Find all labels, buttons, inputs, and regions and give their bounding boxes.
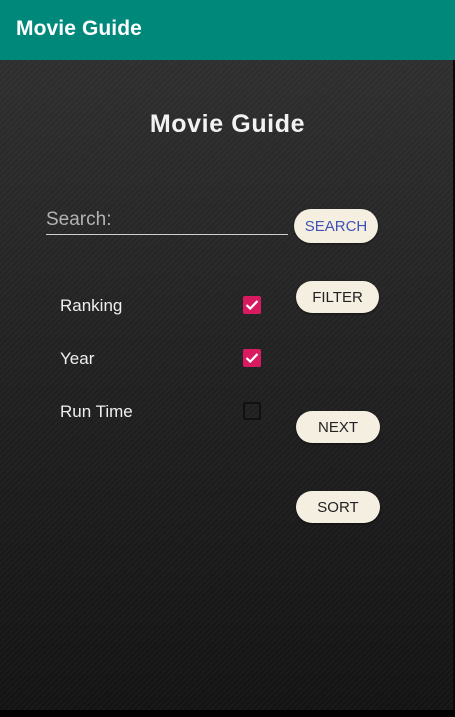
- option-label-year: Year: [60, 349, 95, 368]
- main-content: [0, 60, 455, 710]
- search-input[interactable]: [46, 206, 288, 235]
- checkmark-icon: [245, 353, 259, 364]
- ranking-checkbox[interactable]: [243, 296, 261, 314]
- app-bar: Movie Guide: [0, 0, 455, 60]
- checkmark-icon: [245, 300, 259, 311]
- page-title: Movie Guide: [149, 110, 306, 138]
- option-label-run-time: Run Time: [60, 402, 133, 421]
- next-button[interactable]: NEXT: [296, 411, 380, 443]
- filter-button[interactable]: FILTER: [296, 281, 379, 313]
- option-label-ranking: Ranking: [60, 296, 123, 315]
- bottom-strip: [0, 710, 455, 717]
- app-bar-title: Movie Guide: [16, 17, 142, 40]
- run-time-checkbox[interactable]: [243, 402, 261, 420]
- year-checkbox[interactable]: [243, 349, 261, 367]
- sort-button[interactable]: SORT: [296, 491, 380, 523]
- search-button[interactable]: SEARCH: [294, 209, 378, 243]
